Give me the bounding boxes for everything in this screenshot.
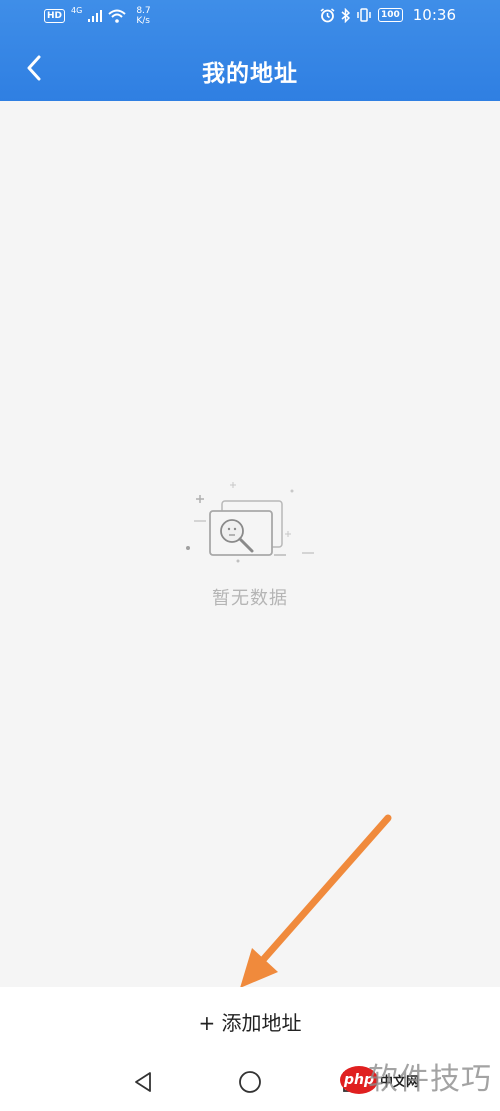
signal-icon (88, 10, 103, 22)
speed-value: 8.7 (136, 6, 151, 16)
orange-arrow-annotation-icon (240, 814, 392, 988)
hd-badge: HD (44, 9, 66, 23)
speed-unit: K/s (136, 16, 150, 26)
status-left: HD 4G 8.7 K/s (44, 6, 151, 26)
alarm-icon (320, 7, 335, 22)
status-time: 10:36 (412, 6, 456, 24)
status-bar: HD 4G 8.7 K/s 100 10:36 (0, 0, 500, 34)
battery-indicator: 100 (377, 8, 403, 22)
watermark-text: 软件技巧 (368, 1062, 492, 1097)
bluetooth-icon (341, 7, 350, 23)
network-type: 4G (71, 5, 83, 15)
bottom-action-bar: + 添加地址 (0, 987, 500, 1053)
triangle-back-icon[interactable] (130, 1069, 156, 1095)
app-top-area: HD 4G 8.7 K/s 100 10:36 我的地址 (0, 0, 500, 101)
vibrate-icon (357, 8, 371, 22)
status-right: 100 10:36 (320, 6, 456, 24)
empty-state-text: 暂无数据 (212, 588, 288, 609)
circle-home-icon[interactable] (237, 1069, 263, 1095)
watermark: php 中文网 软件技巧 (340, 1046, 500, 1111)
page-title: 我的地址 (202, 61, 298, 87)
app-header: 我的地址 (0, 34, 500, 101)
wifi-icon (108, 9, 126, 23)
network-speed: 8.7 K/s (136, 6, 150, 26)
empty-search-illustration-icon (186, 482, 314, 563)
add-address-button[interactable]: + 添加地址 (0, 1007, 500, 1036)
